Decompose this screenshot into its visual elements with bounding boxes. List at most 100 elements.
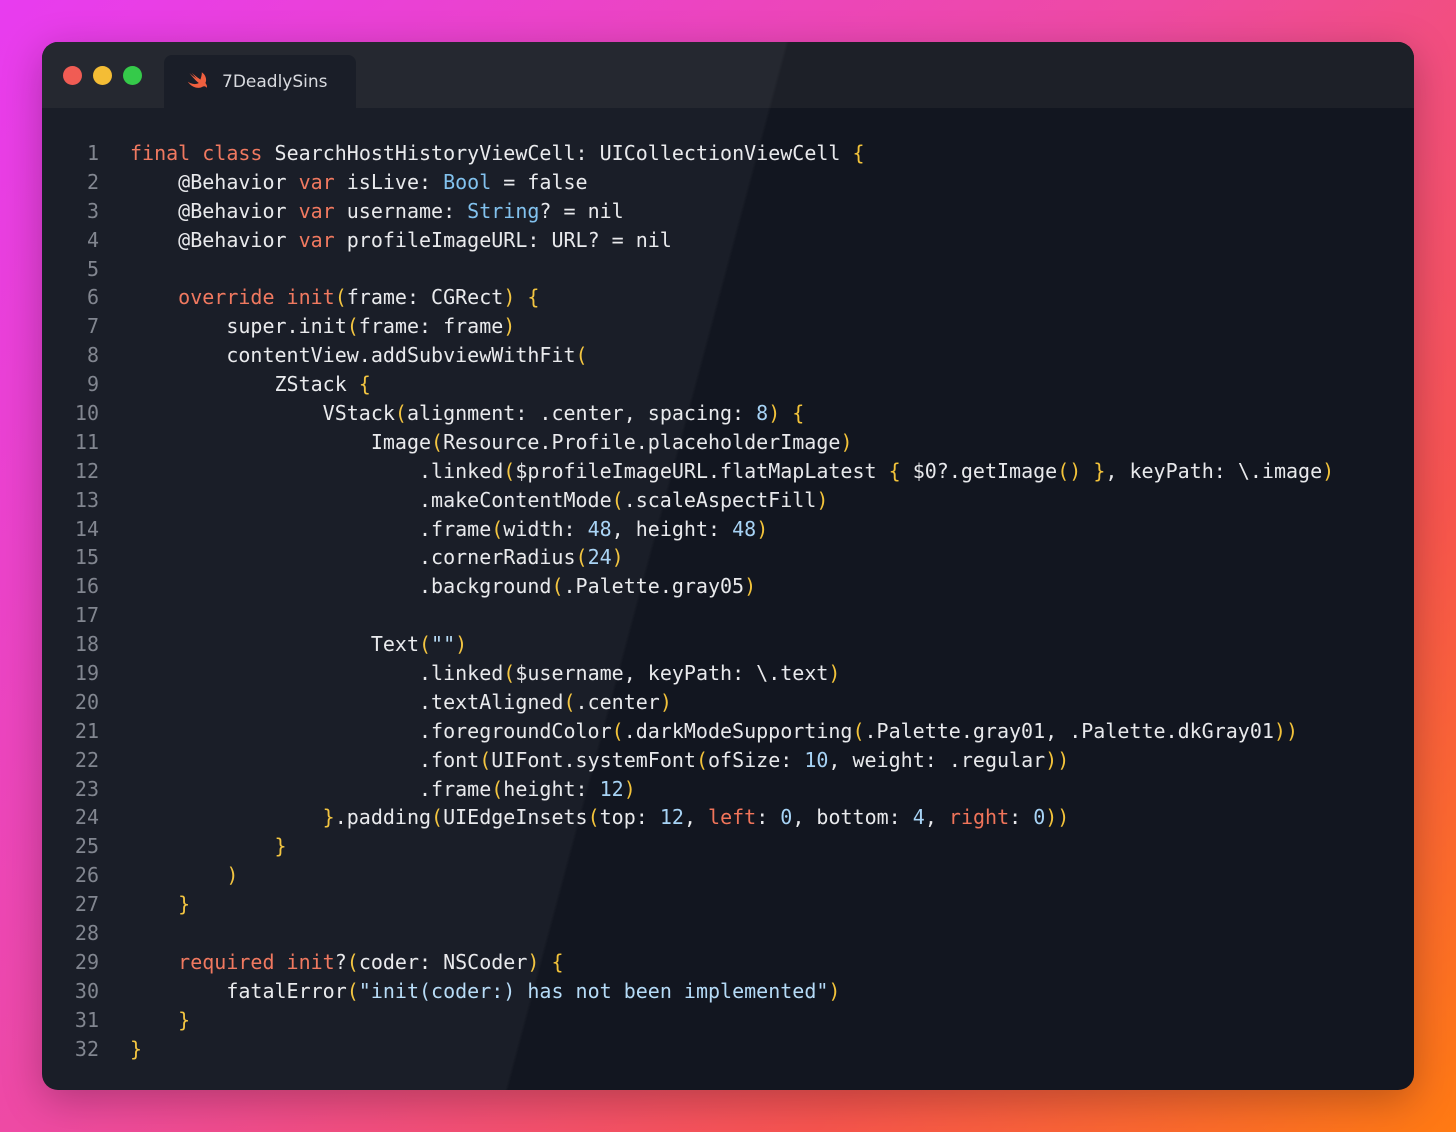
code-text: Text("") (130, 630, 467, 659)
code-text: .font(UIFont.systemFont(ofSize: 10, weig… (130, 746, 1069, 775)
code-token: .padding (334, 805, 432, 830)
code-editor[interactable]: 1 final class SearchHostHistoryViewCell: … (42, 139, 1414, 1064)
line-number: 16 (74, 574, 99, 599)
code-line: 3 @Behavior var username: String? = nil (42, 197, 1414, 226)
code-token: : (1009, 805, 1034, 830)
line-number: 13 (74, 487, 99, 512)
code-token: right (948, 805, 1010, 830)
code-line: 9 ZStack { (42, 370, 1414, 399)
code-text: ) (130, 861, 238, 890)
code-token: .Palette.gray01, .Palette.dkGray01 (864, 718, 1274, 743)
code-token: .Palette.gray05 (563, 574, 745, 599)
code-token: ( (479, 747, 492, 772)
code-line: 8 contentView.addSubviewWithFit( (42, 341, 1414, 370)
code-token: SearchHostHistoryViewCell: UICollectionV… (262, 141, 853, 165)
code-text: } (130, 1006, 190, 1035)
code-token: } (322, 805, 335, 830)
code-token: ) (527, 949, 540, 974)
tab-7deadlysins[interactable]: 7DeadlySins (164, 55, 356, 108)
line-number: 18 (74, 632, 99, 657)
code-token: ( (491, 516, 504, 541)
code-token: @Behavior (130, 198, 299, 223)
code-token: ( (503, 661, 516, 686)
code-token: ) (828, 661, 841, 686)
code-text: } (130, 832, 287, 861)
code-token: ) (756, 516, 769, 541)
code-token: ( (346, 314, 359, 339)
code-line: 20 .textAligned(.center) (42, 688, 1414, 717)
code-text: ZStack { (130, 370, 370, 399)
code-token: 24 (587, 545, 612, 570)
line-number: 17 (74, 603, 99, 628)
code-text: .foregroundColor(.darkModeSupporting(.Pa… (130, 717, 1298, 746)
line-number: 5 (86, 256, 99, 281)
code-token: "init(coder:) has not been implemented" (358, 978, 829, 1003)
code-token: left (708, 805, 757, 830)
line-number: 26 (74, 863, 99, 888)
code-text: .linked($profileImageURL.flatMapLatest {… (130, 457, 1334, 486)
code-line: 27 } (42, 890, 1414, 919)
code-text: } (130, 890, 190, 919)
code-token: 48 (732, 516, 757, 541)
code-text: .linked($username, keyPath: \.text) (130, 659, 840, 688)
code-token: { (527, 285, 540, 310)
line-number: 29 (74, 949, 99, 974)
code-text: .background(.Palette.gray05) (130, 572, 756, 601)
code-token: .font (130, 747, 480, 772)
code-token: = false (491, 169, 588, 194)
code-line: 2 @Behavior var isLive: Bool = false (42, 168, 1414, 197)
code-token: Text (130, 632, 419, 657)
code-line: 23 .frame(height: 12) (42, 775, 1414, 804)
line-number: 9 (86, 372, 99, 397)
code-token: 0 (1033, 805, 1046, 830)
code-token: ) (503, 314, 516, 339)
tab-label: 7DeadlySins (222, 72, 328, 92)
code-text: .textAligned(.center) (130, 688, 672, 717)
code-token: alignment: .center, spacing: (406, 401, 757, 426)
code-token: ( (611, 718, 624, 743)
code-line: 24 }.padding(UIEdgeInsets(top: 12, left:… (42, 803, 1414, 832)
code-line: 26 ) (42, 861, 1414, 890)
code-token: .scaleAspectFill (623, 487, 817, 512)
minimize-window-button[interactable] (93, 66, 112, 85)
line-number: 21 (74, 718, 99, 743)
code-token: final (130, 141, 191, 165)
code-token: .linked (130, 661, 504, 686)
code-token: @Behavior (130, 227, 299, 252)
code-token: var (298, 169, 335, 194)
code-token: )) (1045, 747, 1070, 772)
code-token: override (178, 285, 275, 310)
code-text: Image(Resource.Profile.placeholderImage) (130, 428, 853, 457)
line-number: 20 (74, 689, 99, 714)
code-token: String (467, 198, 540, 223)
code-line: 29 required init?(coder: NSCoder) { (42, 948, 1414, 977)
code-token: ) (611, 545, 624, 570)
code-token: ) (744, 574, 757, 599)
code-token: 8 (756, 401, 769, 426)
title-bar: 7DeadlySins (42, 42, 1414, 108)
code-token: } (178, 1007, 191, 1032)
code-text: .cornerRadius(24) (130, 543, 624, 572)
code-token: .darkModeSupporting (623, 718, 853, 743)
code-token: ) (840, 429, 853, 454)
code-token: .frame (130, 516, 492, 541)
code-line: 21 .foregroundColor(.darkModeSupporting(… (42, 717, 1414, 746)
code-token: } (1093, 458, 1106, 483)
code-token: ) (816, 487, 829, 512)
code-line: 28 (42, 919, 1414, 948)
code-token: } (178, 892, 191, 917)
code-token: ) (1322, 458, 1335, 483)
code-line: 7 super.init(frame: frame) (42, 312, 1414, 341)
code-text: override init(frame: CGRect) { (130, 283, 539, 312)
code-text: contentView.addSubviewWithFit( (130, 341, 587, 370)
close-window-button[interactable] (63, 66, 82, 85)
code-token: , (924, 805, 949, 830)
zoom-window-button[interactable] (123, 66, 142, 85)
code-token: () (1057, 458, 1082, 483)
code-token: { (551, 949, 564, 974)
